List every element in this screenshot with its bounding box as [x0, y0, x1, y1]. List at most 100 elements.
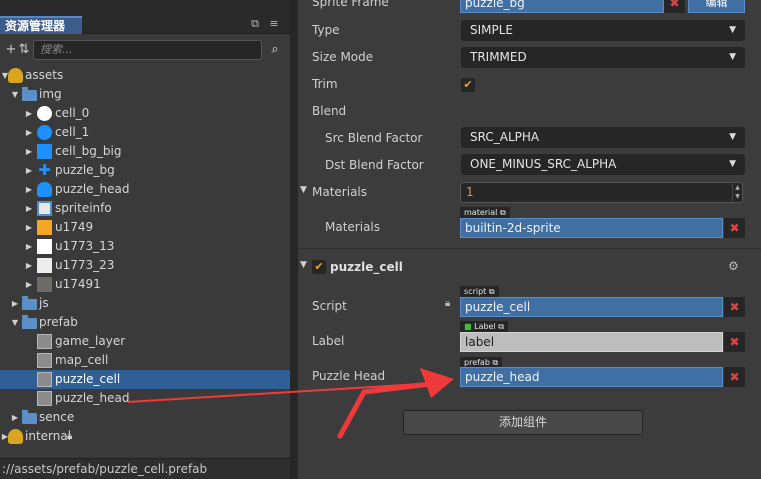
blue-shape-sprite-icon — [37, 182, 52, 197]
tree-item-label: u1749 — [55, 220, 94, 234]
lock-icon: 🔒︎ — [67, 431, 73, 442]
search-input[interactable]: 搜索... — [33, 40, 262, 60]
status-bar-path: ://assets/prefab/puzzle_cell.prefab — [0, 458, 290, 479]
dropdown-caret-icon: ▼ — [729, 25, 736, 35]
materials-expand-arrow-icon[interactable]: ▼ — [300, 185, 307, 195]
dropdown-caret-icon: ▼ — [729, 132, 736, 142]
tree-item-assets[interactable]: ▼ assets — [0, 66, 290, 85]
remove-icon[interactable]: ✖ — [724, 332, 745, 352]
tree-item-puzzle-head-sprite[interactable]: ▶ puzzle_head — [0, 180, 290, 199]
collapse-arrow-icon[interactable]: ▶ — [24, 199, 34, 218]
external-link-icon[interactable]: ⧉ — [492, 358, 498, 367]
collapse-arrow-icon[interactable]: ▶ — [10, 294, 20, 313]
panel-divider[interactable] — [290, 0, 298, 479]
label-field[interactable]: label — [460, 332, 723, 352]
collapse-arrow-icon[interactable]: ▶ — [24, 104, 34, 123]
collapse-arrow-icon[interactable]: ▶ — [24, 161, 34, 180]
tree-item-internal[interactable]: ▶ internal 🔒︎ — [0, 427, 290, 446]
prefab-icon — [37, 353, 52, 368]
dropdown-caret-icon: ▼ — [729, 159, 736, 169]
label-type-tag: ■ Label ⧉ — [460, 321, 508, 332]
external-link-icon[interactable]: ⧉ — [500, 208, 506, 217]
script-label: Script — [312, 299, 347, 313]
remove-icon[interactable]: ✖ — [664, 0, 685, 13]
dst-blend-label: Dst Blend Factor — [325, 158, 424, 172]
collapse-arrow-icon[interactable]: ▶ — [24, 123, 34, 142]
tree-item-puzzle-head-prefab[interactable]: puzzle_head — [0, 389, 290, 408]
tree-item-cell-0[interactable]: ▶ cell_0 — [0, 104, 290, 123]
component-header[interactable]: ▼ ✔ puzzle_cell ⚙ — [298, 256, 761, 278]
dark-square-sprite-icon — [37, 277, 52, 292]
menu-icon[interactable]: ≡ — [268, 18, 280, 30]
dropdown-caret-icon: ▼ — [729, 52, 736, 62]
external-link-icon[interactable]: ⧉ — [498, 322, 504, 331]
panel-tab-bar: 资源管理器 ⧉ ≡ — [0, 0, 290, 34]
script-field[interactable]: puzzle_cell — [460, 297, 723, 317]
external-link-icon[interactable]: ⧉ — [489, 287, 495, 296]
type-label: Type — [312, 23, 340, 37]
tree-item-map-cell[interactable]: map_cell — [0, 351, 290, 370]
tree-item-puzzle-bg[interactable]: ▶ ✚ puzzle_bg — [0, 161, 290, 180]
remove-icon[interactable]: ✖ — [724, 367, 745, 387]
tree-item-label: puzzle_head — [55, 182, 130, 196]
materials-label: Materials — [312, 185, 368, 199]
material-field[interactable]: builtin-2d-sprite — [460, 218, 723, 238]
tree-item-label: puzzle_cell — [55, 372, 121, 386]
collapse-arrow-icon[interactable]: ▶ — [24, 180, 34, 199]
tree-item-label: assets — [25, 68, 64, 82]
trim-checkbox[interactable]: ✔ — [461, 78, 475, 92]
gear-icon[interactable]: ⚙ — [728, 259, 739, 273]
tree-item-js[interactable]: ▶ js — [0, 294, 290, 313]
size-mode-select[interactable]: TRIMMED ▼ — [461, 47, 745, 68]
sprite-frame-field[interactable]: puzzle_bg — [460, 0, 664, 13]
tree-item-spriteinfo[interactable]: ▶ spriteinfo — [0, 199, 290, 218]
blue-puzzle-sprite-icon: ✚ — [38, 161, 51, 179]
component-enabled-checkbox[interactable]: ✔ — [312, 260, 326, 274]
edit-button[interactable]: 编辑 — [688, 0, 745, 13]
tree-item-sence[interactable]: ▶ sence — [0, 408, 290, 427]
prefab-icon — [37, 391, 52, 406]
puzzle-head-field[interactable]: puzzle_head — [460, 367, 723, 387]
sort-icon[interactable]: ⇅ — [15, 41, 33, 59]
expand-arrow-icon[interactable]: ▼ — [10, 85, 20, 104]
tree-item-cell-bg-big[interactable]: ▶ cell_bg_big — [0, 142, 290, 161]
materials-count-input[interactable]: 1 ▲ ▼ — [460, 182, 743, 203]
tree-item-label: u17491 — [55, 277, 101, 291]
collapse-arrow-icon[interactable]: ▶ — [24, 256, 34, 275]
remove-icon[interactable]: ✖ — [724, 297, 745, 317]
popout-icon[interactable]: ⧉ — [249, 18, 261, 30]
tab-asset-manager[interactable]: 资源管理器 — [0, 16, 82, 34]
tree-item-prefab[interactable]: ▼ prefab — [0, 313, 290, 332]
remove-icon[interactable]: ✖ — [724, 218, 745, 238]
number-stepper-icon[interactable]: ▲ ▼ — [732, 183, 742, 202]
collapse-arrow-icon[interactable]: ▶ — [24, 218, 34, 237]
tree-item-game-layer[interactable]: game_layer — [0, 332, 290, 351]
trim-label: Trim — [312, 77, 338, 91]
tree-item-label: cell_0 — [55, 106, 90, 120]
tree-item-u1773-13[interactable]: ▶ u1773_13 — [0, 237, 290, 256]
tree-item-cell-1[interactable]: ▶ cell_1 — [0, 123, 290, 142]
folder-icon — [22, 315, 37, 329]
size-mode-value: TRIMMED — [470, 50, 527, 64]
collapse-arrow-icon[interactable]: ▶ — [24, 237, 34, 256]
tree-item-img[interactable]: ▼ img — [0, 85, 290, 104]
dst-blend-select[interactable]: ONE_MINUS_SRC_ALPHA ▼ — [461, 154, 745, 175]
type-select[interactable]: SIMPLE ▼ — [461, 20, 745, 41]
collapse-arrow-icon[interactable]: ▶ — [24, 275, 34, 294]
search-icon[interactable]: ⌕ — [266, 41, 284, 59]
expand-arrow-icon[interactable]: ▼ — [10, 313, 20, 332]
start-sprite-icon — [37, 220, 52, 235]
prefab-tag-text: prefab — [464, 358, 490, 367]
collapse-arrow-icon[interactable]: ▶ — [10, 408, 20, 427]
asset-panel: 资源管理器 ⧉ ≡ + ⇅ 搜索... ⌕ ▼ assets ▼ img ▶ c… — [0, 0, 290, 479]
component-expand-arrow-icon[interactable]: ▼ — [300, 260, 307, 270]
tree-item-puzzle-cell[interactable]: puzzle_cell — [0, 370, 290, 389]
collapse-arrow-icon[interactable]: ▶ — [24, 142, 34, 161]
src-blend-select[interactable]: SRC_ALPHA ▼ — [461, 127, 745, 148]
package-icon — [8, 68, 23, 83]
materials-count-value: 1 — [466, 185, 474, 199]
tree-item-u17491[interactable]: ▶ u17491 — [0, 275, 290, 294]
add-component-button[interactable]: 添加组件 — [403, 410, 643, 435]
tree-item-u1749[interactable]: ▶ u1749 — [0, 218, 290, 237]
tree-item-u1773-23[interactable]: ▶ u1773_23 — [0, 256, 290, 275]
